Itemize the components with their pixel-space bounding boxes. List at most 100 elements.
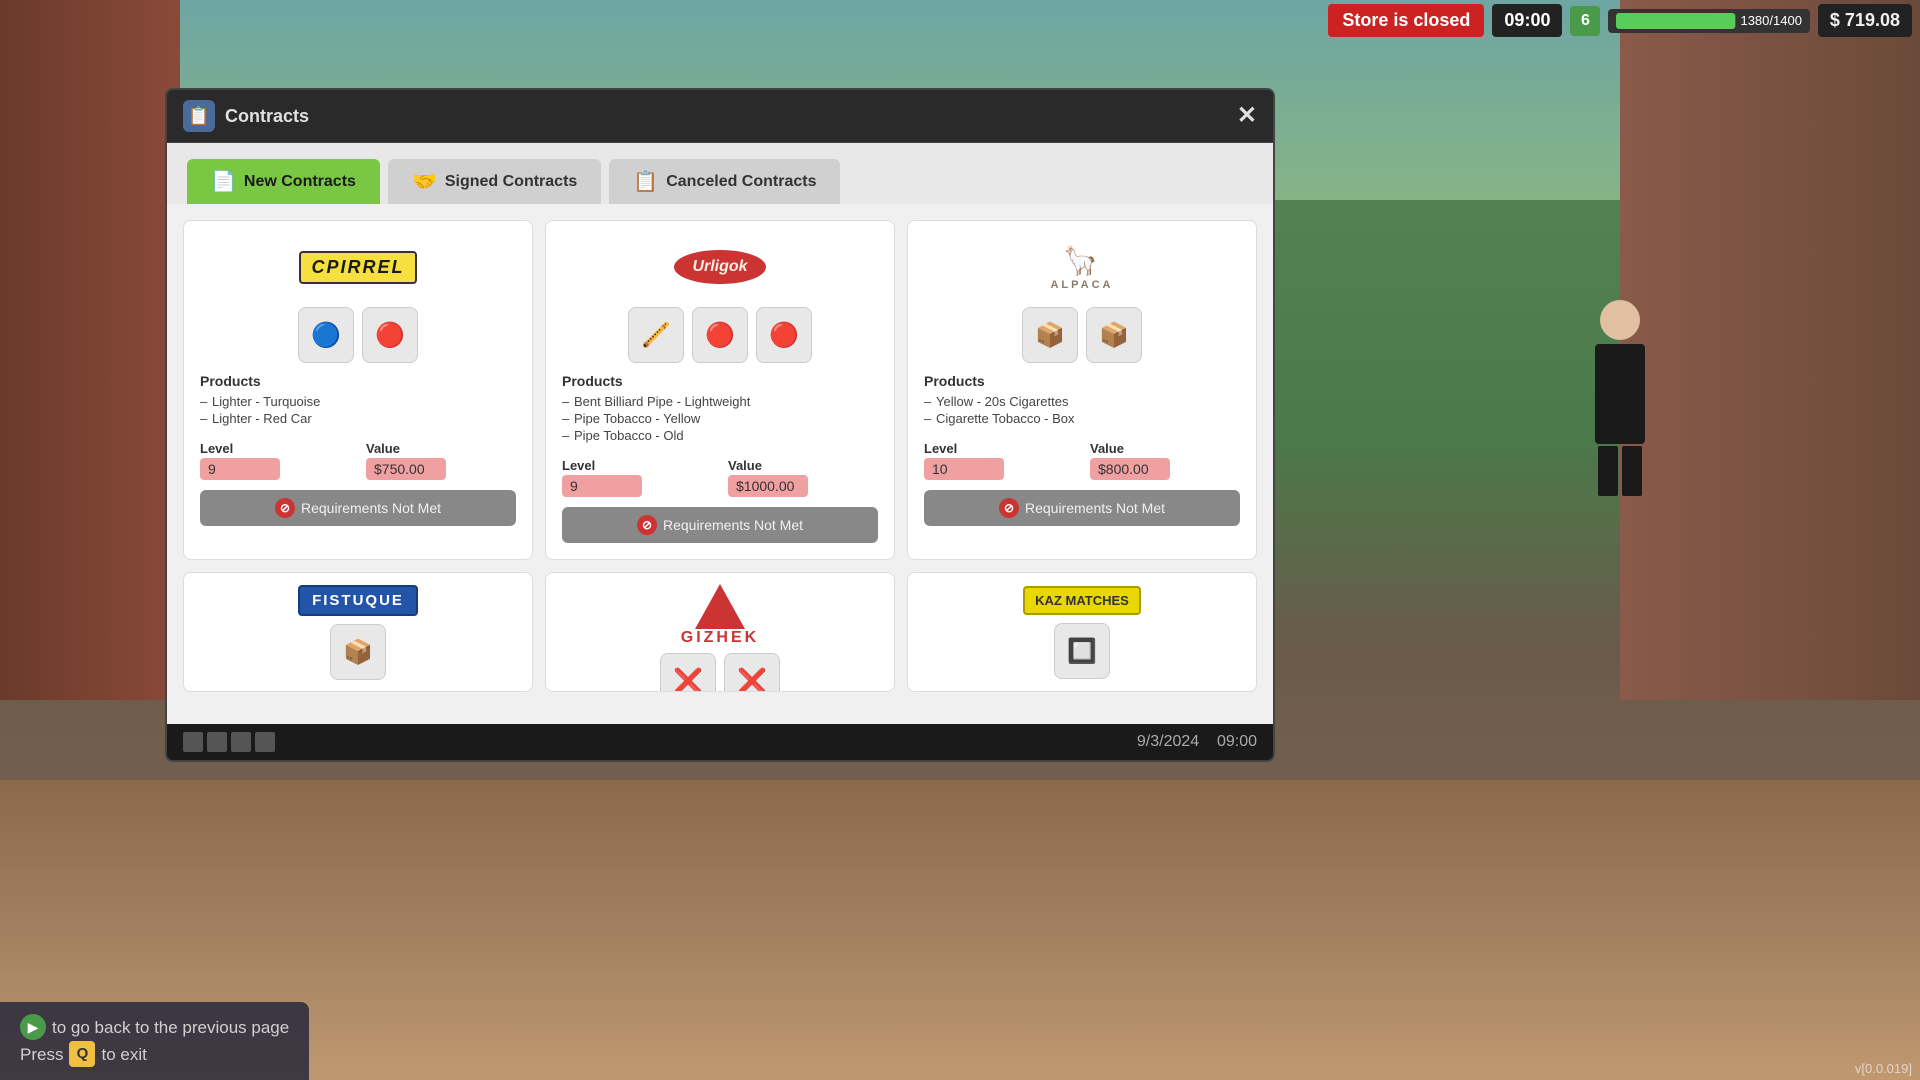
npc-leg-left xyxy=(1598,446,1618,496)
alpaca-icon: 🦙 xyxy=(1063,244,1101,277)
contract-stats-cpirrel: Level 9 Value $750.00 xyxy=(200,441,516,480)
product-thumbnails-urligok: 🪈 🔴 🔴 xyxy=(562,307,878,363)
footer-square-3 xyxy=(231,732,251,752)
req-not-met-label: Requirements Not Met xyxy=(301,500,441,516)
product-thumbnails-cpirrel: 🔵 🔴 xyxy=(200,307,516,363)
hint-bar: ▶ to go back to the previous page Press … xyxy=(0,1002,309,1080)
hint-q-key: Q xyxy=(69,1041,95,1067)
level-label: Level xyxy=(924,441,1074,456)
products-section-alpaca: Products Yellow - 20s Cigarettes Cigaret… xyxy=(924,373,1240,427)
product-item-1: Lighter - Turquoise xyxy=(200,393,516,410)
product-thumb-g2: ❌ xyxy=(724,653,780,692)
products-section-cpirrel: Products Lighter - Turquoise Lighter - R… xyxy=(200,373,516,427)
level-label: Level xyxy=(200,441,350,456)
value-amount: $800.00 xyxy=(1090,458,1170,480)
stat-level: Level 9 xyxy=(200,441,350,480)
brand-urligok: Urligok xyxy=(674,250,765,284)
dialog-title-area: 📋 Contracts xyxy=(183,100,309,132)
tab-new-icon: 📄 xyxy=(211,169,236,194)
level-value: 10 xyxy=(924,458,1004,480)
req-not-met-button-urligok[interactable]: ⊘ Requirements Not Met xyxy=(562,507,878,543)
tab-canceled-contracts[interactable]: 📋 Canceled Contracts xyxy=(609,159,840,204)
hud-xp-bar: 1380/1400 xyxy=(1608,9,1809,33)
dialog-footer: 9/3/2024 09:00 xyxy=(167,724,1273,760)
tab-canceled-icon: 📋 xyxy=(633,169,658,194)
tab-bar: 📄 New Contracts 🤝 Signed Contracts 📋 Can… xyxy=(167,143,1273,204)
brand-gizhek: GIZHEK xyxy=(681,584,759,647)
tab-canceled-label: Canceled Contracts xyxy=(666,173,816,191)
building-left xyxy=(0,0,180,700)
product-item-2: Lighter - Red Car xyxy=(200,410,516,427)
product-thumb-tobacco2: 🔴 xyxy=(756,307,812,363)
req-not-met-button-cpirrel[interactable]: ⊘ Requirements Not Met xyxy=(200,490,516,526)
product-item-3: Pipe Tobacco - Old xyxy=(562,427,878,444)
npc-body xyxy=(1595,344,1645,444)
store-status-badge: Store is closed xyxy=(1328,4,1484,37)
building-right xyxy=(1620,0,1920,700)
contract-stats-urligok: Level 9 Value $1000.00 xyxy=(562,458,878,497)
product-thumb-1: 🔵 xyxy=(298,307,354,363)
footer-time-value: 09:00 xyxy=(1217,733,1257,750)
brand-kaz: KAZ MATCHES xyxy=(1023,586,1141,615)
product-thumb-pipe: 🪈 xyxy=(628,307,684,363)
stat-level: Level 10 xyxy=(924,441,1074,480)
npc-legs xyxy=(1580,446,1660,496)
product-thumbnails-alpaca: 📦 📦 xyxy=(924,307,1240,363)
products-label: Products xyxy=(562,373,878,389)
contracts-dialog: 📋 Contracts ✕ 📄 New Contracts 🤝 Signed C… xyxy=(165,88,1275,762)
tab-new-contracts[interactable]: 📄 New Contracts xyxy=(187,159,380,204)
npc-head xyxy=(1600,300,1640,340)
npc-character xyxy=(1580,300,1660,500)
product-item-2: Pipe Tobacco - Yellow xyxy=(562,410,878,427)
product-thumb-2: 🔴 xyxy=(362,307,418,363)
alpaca-text: ALPACA xyxy=(1050,279,1113,291)
contract-logo-fistuque: FISTUQUE xyxy=(298,585,418,616)
product-item-1: Yellow - 20s Cigarettes xyxy=(924,393,1240,410)
stat-level: Level 9 xyxy=(562,458,712,497)
footer-icons xyxy=(183,732,275,752)
gizhek-text: GIZHEK xyxy=(681,629,759,647)
hud-time: 09:00 xyxy=(1492,4,1562,37)
close-button[interactable]: ✕ xyxy=(1237,104,1257,128)
products-label: Products xyxy=(200,373,516,389)
hud-level: 6 xyxy=(1570,6,1600,36)
value-label: Value xyxy=(1090,441,1240,456)
contracts-grid: CPIRREL 🔵 🔴 Products Lighter - Turquoise… xyxy=(183,220,1257,692)
contract-card-kaz: KAZ MATCHES 🔲 xyxy=(907,572,1257,692)
brand-alpaca: 🦙 ALPACA xyxy=(1050,244,1113,291)
contract-card-urligok: Urligok 🪈 🔴 🔴 Products Bent Billiard Pip… xyxy=(545,220,895,560)
product-thumbnails-gizhek: ❌ ❌ xyxy=(660,653,780,692)
xp-text: 1380/1400 xyxy=(1740,13,1801,28)
footer-datetime: 9/3/2024 09:00 xyxy=(1137,733,1257,751)
tab-signed-contracts[interactable]: 🤝 Signed Contracts xyxy=(388,159,601,204)
product-item-2: Cigarette Tobacco - Box xyxy=(924,410,1240,427)
tab-signed-label: Signed Contracts xyxy=(445,173,577,191)
product-thumb-tobacco1: 🔴 xyxy=(692,307,748,363)
contract-logo-kaz: KAZ MATCHES xyxy=(1023,585,1141,615)
hint-exit-text: to exit xyxy=(101,1041,146,1068)
req-not-met-label: Requirements Not Met xyxy=(1025,500,1165,516)
req-icon: ⊘ xyxy=(275,498,295,518)
stat-value: Value $800.00 xyxy=(1090,441,1240,480)
contract-logo-urligok: Urligok xyxy=(562,237,878,297)
dialog-title-icon: 📋 xyxy=(183,100,215,132)
contract-stats-alpaca: Level 10 Value $800.00 xyxy=(924,441,1240,480)
hint-back-icon: ▶ xyxy=(20,1014,46,1040)
product-thumb-cig1: 📦 xyxy=(1022,307,1078,363)
hint-exit: Press Q to exit xyxy=(20,1041,289,1068)
footer-square-1 xyxy=(183,732,203,752)
value-amount: $750.00 xyxy=(366,458,446,480)
dialog-titlebar: 📋 Contracts ✕ xyxy=(167,90,1273,143)
hint-back-text: to go back to the previous page xyxy=(52,1014,289,1041)
level-value: 9 xyxy=(562,475,642,497)
req-not-met-button-alpaca[interactable]: ⊘ Requirements Not Met xyxy=(924,490,1240,526)
product-thumbnails-fistuque: 📦 xyxy=(330,624,386,680)
gizhek-triangle xyxy=(695,584,745,629)
tab-signed-icon: 🤝 xyxy=(412,169,437,194)
brand-fistuque: FISTUQUE xyxy=(298,585,418,616)
npc-leg-right xyxy=(1622,446,1642,496)
content-area[interactable]: CPIRREL 🔵 🔴 Products Lighter - Turquoise… xyxy=(167,204,1273,724)
product-item-1: Bent Billiard Pipe - Lightweight xyxy=(562,393,878,410)
contract-card-alpaca: 🦙 ALPACA 📦 📦 Products Yellow - 20s Cigar… xyxy=(907,220,1257,560)
product-thumb-k1: 🔲 xyxy=(1054,623,1110,679)
